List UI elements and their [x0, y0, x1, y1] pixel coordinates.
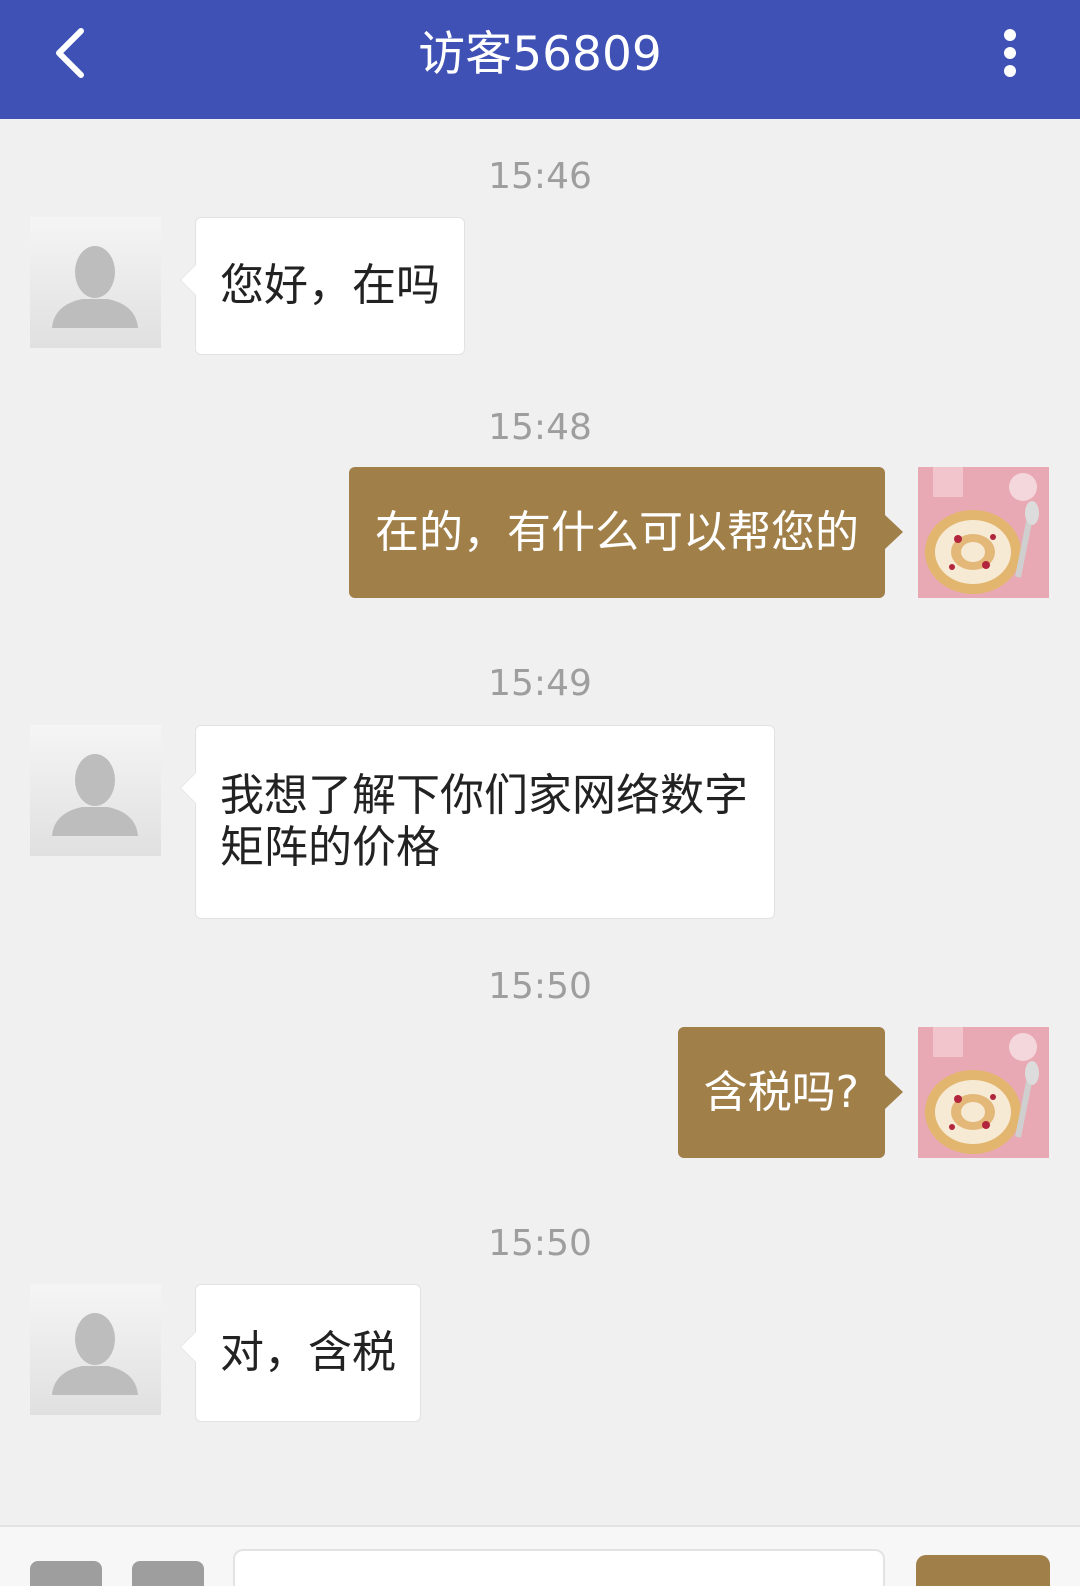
more-options-button[interactable]: [990, 22, 1030, 88]
cake-roll-image: [918, 467, 1049, 598]
user-silhouette-icon: [52, 754, 138, 836]
message-timestamp: 15:50: [488, 966, 592, 1007]
chat-screen: 访客56809 15:46 您好，在吗 15:48 在的，有什么可以帮您的 15…: [0, 0, 1080, 1586]
message-bubble-visitor[interactable]: 您好，在吗: [180, 217, 465, 355]
message-input[interactable]: [233, 1549, 885, 1586]
send-button[interactable]: [916, 1555, 1050, 1586]
message-timestamp: 15:50: [488, 1223, 592, 1264]
visitor-avatar[interactable]: [30, 725, 161, 856]
agent-avatar[interactable]: [918, 467, 1049, 598]
app-header: 访客56809: [0, 0, 1080, 119]
input-bar: [0, 1525, 1080, 1586]
agent-avatar[interactable]: [918, 1027, 1049, 1158]
message-timestamp: 15:46: [488, 156, 592, 197]
message-bubble-agent[interactable]: 含税吗?: [677, 1027, 904, 1158]
message-bubble-visitor[interactable]: 我想了解下你们家网络数字矩阵的价格: [180, 725, 775, 919]
message-bubble-visitor[interactable]: 对，含税: [180, 1284, 421, 1422]
more-vertical-icon: [1003, 27, 1017, 83]
message-timestamp: 15:49: [488, 663, 592, 704]
visitor-avatar[interactable]: [30, 217, 161, 348]
chat-title: 访客56809: [418, 27, 662, 82]
visitor-avatar[interactable]: [30, 1284, 161, 1415]
user-silhouette-icon: [52, 246, 138, 328]
voice-button[interactable]: [30, 1561, 102, 1586]
cake-roll-image: [918, 1027, 1049, 1158]
emoji-button[interactable]: [132, 1561, 204, 1586]
user-silhouette-icon: [52, 1313, 138, 1395]
message-timestamp: 15:48: [488, 407, 592, 448]
message-bubble-agent[interactable]: 在的，有什么可以帮您的: [349, 467, 903, 598]
